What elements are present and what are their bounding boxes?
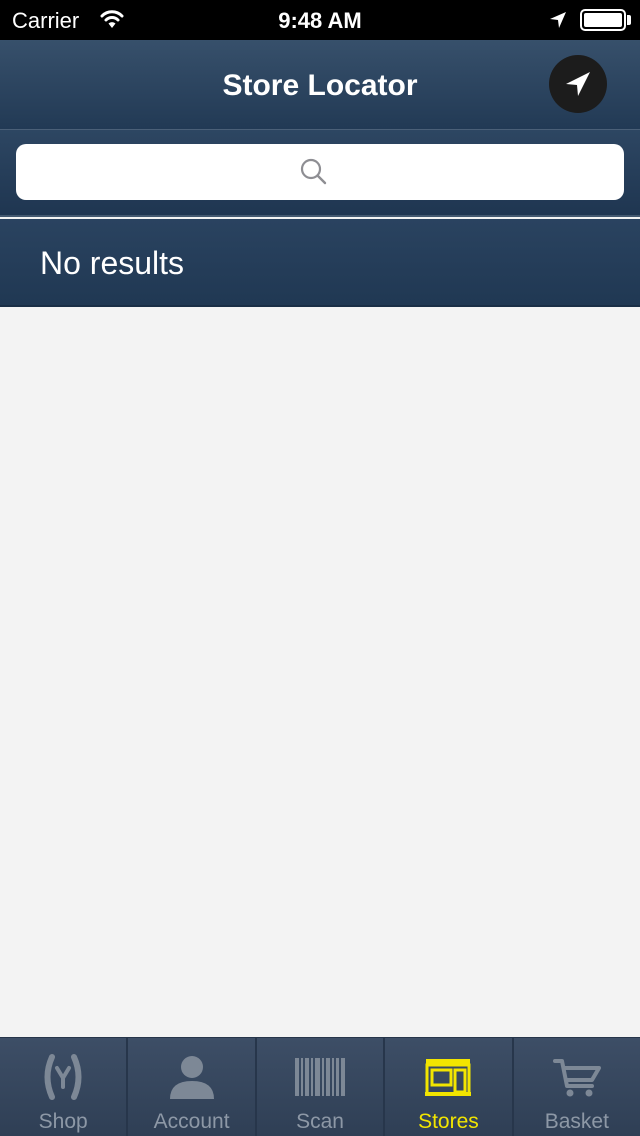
locate-me-button[interactable]: [549, 55, 607, 113]
tab-stores-label: Stores: [418, 1110, 479, 1133]
navigation-bar: Store Locator: [0, 40, 640, 130]
store-results-list[interactable]: [0, 309, 640, 1037]
basket-icon: [552, 1059, 601, 1097]
barcode-icon: [295, 1058, 346, 1096]
tab-scan-label: Scan: [296, 1110, 344, 1133]
tab-account[interactable]: Account: [128, 1038, 257, 1136]
tab-account-label: Account: [153, 1110, 230, 1133]
tab-shop-label: Shop: [38, 1110, 88, 1133]
wifi-icon: [100, 10, 124, 28]
tab-basket-label: Basket: [544, 1110, 609, 1133]
shop-icon: [44, 1054, 82, 1100]
battery-tip: [627, 15, 631, 25]
results-header: No results: [0, 219, 640, 307]
tab-scan[interactable]: Scan: [257, 1038, 386, 1136]
results-status-label: No results: [40, 245, 185, 281]
tab-basket[interactable]: Basket: [514, 1038, 640, 1136]
carrier-label: Carrier: [12, 8, 80, 33]
tab-shop[interactable]: Shop: [0, 1038, 129, 1136]
person-icon: [169, 1056, 214, 1099]
search-area: [0, 130, 640, 217]
search-field[interactable]: [16, 144, 624, 200]
storefront-icon: [425, 1059, 472, 1096]
location-arrow-icon: [550, 12, 566, 28]
tab-stores[interactable]: Stores: [385, 1038, 514, 1136]
tab-bar: Shop Account Scan Stores Basket: [0, 1037, 640, 1136]
status-time: 9:48 AM: [278, 8, 362, 33]
battery-icon: [580, 9, 626, 31]
status-bar: Carrier 9:48 AM: [0, 0, 640, 40]
search-input[interactable]: [16, 144, 624, 200]
location-arrow-icon: [566, 72, 590, 96]
page-title: Store Locator: [222, 69, 418, 102]
